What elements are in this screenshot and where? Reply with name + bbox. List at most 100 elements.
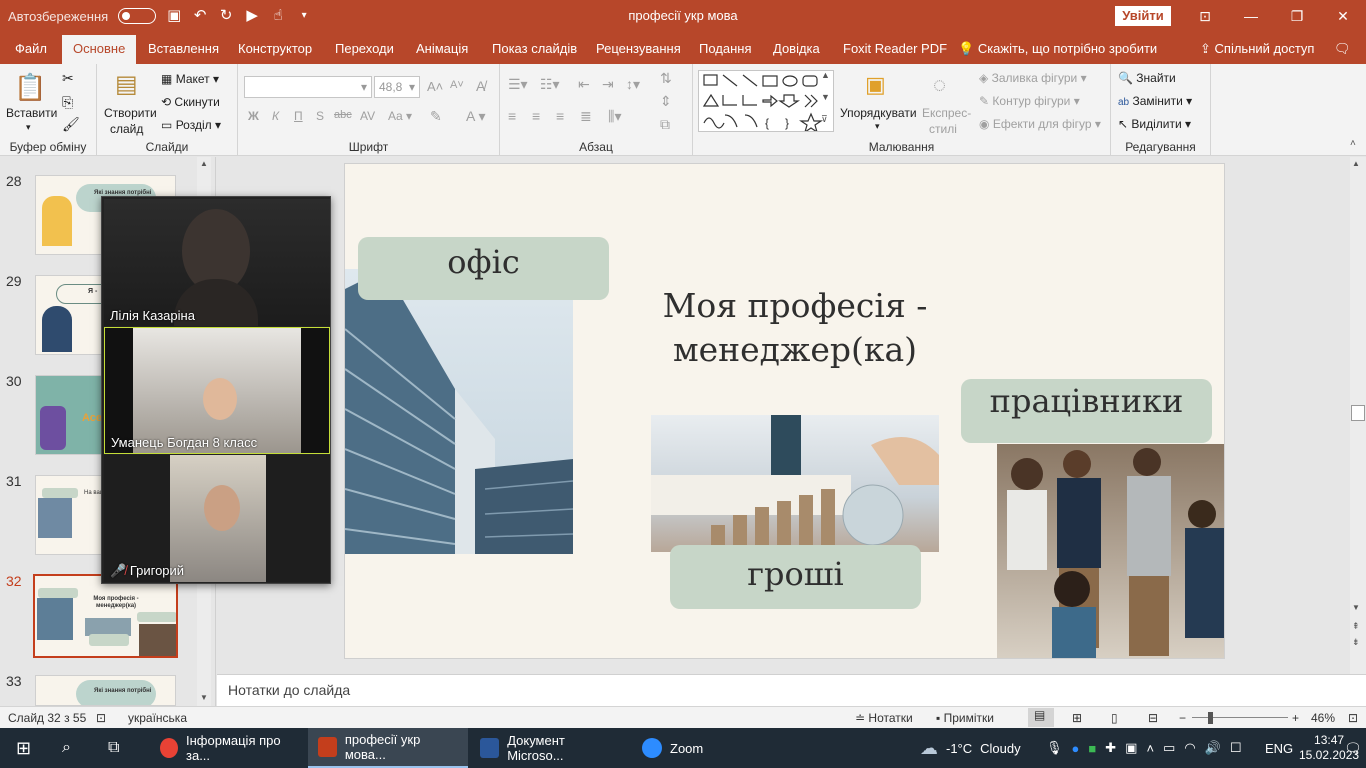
tab-foxit[interactable]: Foxit Reader PDF	[843, 41, 947, 56]
autosave-toggle[interactable]	[118, 8, 157, 24]
previous-slide-icon[interactable]: ⇞	[1352, 621, 1360, 632]
grow-font-icon[interactable]: A˄	[427, 79, 443, 94]
customize-qat-icon[interactable]: ▾	[296, 8, 312, 24]
restore-icon[interactable]: ❐	[1274, 0, 1320, 32]
app-tray-icon[interactable]: ■	[1088, 741, 1096, 756]
zoom-out-icon[interactable]: −	[1179, 711, 1186, 725]
save-icon[interactable]: ▣	[166, 8, 182, 24]
participant-video[interactable]: 🎤̸ Григорий	[104, 455, 330, 582]
tab-file[interactable]: Файл	[15, 41, 47, 56]
tell-me-search[interactable]: 💡 Скажіть, що потрібно зробити	[958, 41, 1157, 57]
undo-icon[interactable]: ↶	[192, 8, 208, 24]
underline-button[interactable]: П	[294, 109, 303, 123]
shape-effects-button[interactable]: ◉ Ефекти для фігур ▾	[979, 117, 1101, 131]
scroll-down-icon[interactable]: ▼	[198, 693, 210, 702]
share-button[interactable]: ⇪ Спільний доступ	[1200, 41, 1314, 57]
ribbon-display-icon[interactable]: ⊡	[1182, 0, 1228, 32]
redo-icon[interactable]: ↻	[218, 8, 234, 24]
cut-icon[interactable]: ✂	[62, 70, 74, 87]
arrange-icon[interactable]: ▣	[865, 72, 886, 98]
shrink-font-icon[interactable]: A˅	[450, 79, 464, 91]
shape-fill-button[interactable]: ◈ Заливка фігури ▾	[979, 71, 1087, 85]
line-spacing-icon[interactable]: ↕▾	[626, 76, 640, 93]
shapes-gallery[interactable]: {}	[698, 70, 834, 134]
arrange-button[interactable]: Упорядкувати	[840, 106, 917, 120]
align-left-icon[interactable]: ≡	[508, 108, 516, 124]
bold-button[interactable]: Ж	[248, 109, 259, 123]
weather-widget[interactable]: ☁ -1°C Cloudy	[920, 728, 1021, 768]
new-slide-label2[interactable]: слайд	[110, 122, 143, 136]
spellcheck-icon[interactable]: ⊡	[96, 711, 106, 725]
comments-icon[interactable]: 🗨	[1334, 41, 1351, 57]
columns-icon[interactable]: ⫼▾	[608, 108, 621, 125]
numbering-icon[interactable]: ☷▾	[540, 76, 560, 93]
signin-button[interactable]: Увійти	[1115, 6, 1171, 26]
tab-design[interactable]: Конструктор	[238, 41, 312, 56]
tray-app-icon[interactable]: ✚	[1105, 740, 1116, 756]
tray-app-icon[interactable]: ▣	[1125, 740, 1137, 756]
find-button[interactable]: 🔍 Знайти	[1118, 71, 1176, 85]
comments-toggle[interactable]: ▪ Примітки	[936, 711, 994, 725]
paste-dropdown-icon[interactable]: ▾	[26, 122, 31, 133]
align-text-icon[interactable]: ⇕	[660, 93, 672, 110]
task-view-icon[interactable]: ⧉	[98, 728, 129, 768]
strikethrough-button[interactable]: abc	[334, 109, 352, 121]
minimize-icon[interactable]: —	[1228, 0, 1274, 32]
font-size-combo[interactable]: 48,8 ▾	[374, 76, 420, 98]
zoom-slider-thumb[interactable]	[1208, 712, 1213, 724]
new-slide-icon[interactable]: ▤	[115, 70, 138, 99]
taskbar-app-word[interactable]: Документ Microso...	[470, 728, 630, 768]
arrange-dropdown-icon[interactable]: ▾	[875, 121, 880, 132]
paste-button[interactable]: Вставити	[6, 106, 57, 120]
zoom-in-icon[interactable]: +	[1292, 711, 1299, 725]
slide-thumbnail-selected[interactable]: Моя професія - менеджер(ка)	[33, 574, 178, 658]
format-painter-icon[interactable]: 🖌	[62, 116, 80, 133]
change-case-button[interactable]: Aa ▾	[388, 109, 412, 123]
decrease-indent-icon[interactable]: ⇤	[578, 76, 590, 93]
bullets-icon[interactable]: ☰▾	[508, 76, 528, 93]
layout-button[interactable]: ▦ Макет ▾	[161, 72, 219, 86]
quick-styles-button[interactable]: Експрес-	[922, 106, 971, 120]
shadow-button[interactable]: S	[316, 109, 324, 123]
zoom-level[interactable]: 46%	[1311, 711, 1335, 725]
shape-outline-button[interactable]: ✎ Контур фігури ▾	[979, 94, 1080, 108]
highlight-icon[interactable]: ✎	[430, 108, 442, 125]
participant-video-active[interactable]: Уманець Богдан 8 класс	[104, 327, 330, 454]
tab-animations[interactable]: Анімація	[416, 41, 468, 56]
tab-review[interactable]: Рецензування	[596, 41, 681, 56]
taskbar-app-powerpoint[interactable]: професії укр мова...	[308, 728, 468, 768]
italic-button[interactable]: К	[272, 109, 279, 123]
volume-icon[interactable]: 🔊	[1205, 740, 1221, 756]
quick-styles-icon[interactable]: ◌	[933, 72, 946, 98]
current-slide[interactable]: офіс Моя професія - менеджер(ка) гроші п…	[344, 163, 1225, 659]
zoom-video-panel[interactable]: Лілія Казаріна Уманець Богдан 8 класс 🎤̸…	[101, 196, 331, 584]
tab-view[interactable]: Подання	[699, 41, 752, 56]
copy-icon[interactable]: ⎘	[62, 94, 73, 111]
microphone-icon[interactable]: 🎙	[1046, 740, 1063, 756]
wifi-icon[interactable]: ◠	[1184, 740, 1195, 756]
tab-help[interactable]: Довідка	[773, 41, 820, 56]
tab-slideshow[interactable]: Показ слайдів	[492, 41, 577, 56]
text-direction-icon[interactable]: ⇅	[660, 70, 672, 87]
taskbar-app-chrome[interactable]: Інформація про за...	[150, 728, 306, 768]
touch-mode-icon[interactable]: ☝	[270, 8, 286, 24]
justify-icon[interactable]: ≣	[580, 108, 592, 125]
scroll-up-icon[interactable]: ▲	[1352, 159, 1360, 168]
input-language[interactable]: ENG	[1265, 728, 1293, 768]
scroll-up-icon[interactable]: ▲	[198, 159, 210, 168]
tray-app-icon[interactable]: ☐	[1230, 740, 1242, 756]
more-shapes-icon[interactable]: ⊽	[821, 114, 828, 125]
align-center-icon[interactable]: ≡	[532, 108, 540, 124]
font-color-icon[interactable]: A ▾	[466, 108, 485, 125]
fit-to-window-icon[interactable]: ⊡	[1348, 711, 1358, 725]
replace-button[interactable]: ab Замінити ▾	[1118, 94, 1192, 108]
zoom-slider[interactable]	[1192, 717, 1288, 718]
paste-icon[interactable]: 📋	[14, 72, 46, 103]
participant-video[interactable]: Лілія Казаріна	[104, 199, 330, 326]
slide-sorter-icon[interactable]: ⊞	[1072, 711, 1082, 725]
tab-home[interactable]: Основне	[62, 35, 137, 64]
tab-insert[interactable]: Вставлення	[148, 41, 219, 56]
zoom-tray-icon[interactable]: ●	[1072, 741, 1080, 756]
spacing-icon[interactable]: AV	[360, 109, 375, 123]
align-right-icon[interactable]: ≡	[556, 108, 564, 124]
